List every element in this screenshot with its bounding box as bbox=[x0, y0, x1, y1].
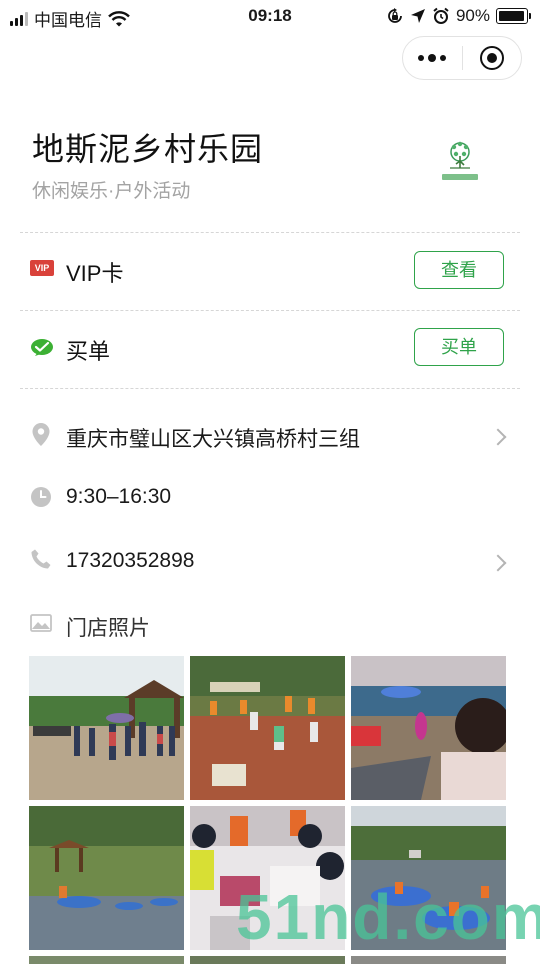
photos-label: 门店照片 bbox=[66, 617, 150, 640]
watermark: 51nd.com bbox=[236, 880, 540, 954]
close-miniprogram-icon[interactable] bbox=[463, 37, 522, 79]
store-category: 休闲娱乐·户外活动 bbox=[32, 181, 191, 202]
chevron-right-icon bbox=[489, 554, 507, 572]
status-right: 90% bbox=[386, 6, 531, 26]
battery-percent: 90% bbox=[455, 6, 490, 25]
more-icon[interactable] bbox=[403, 37, 462, 79]
store-name: 地斯泥乡村乐园 bbox=[32, 131, 264, 167]
view-vip-button[interactable]: 查看 bbox=[414, 251, 504, 289]
address-text: 重庆市璧山区大兴镇高桥村三组 bbox=[66, 428, 360, 451]
alarm-icon bbox=[433, 7, 449, 24]
vip-card-row[interactable]: VIP VIP卡 查看 bbox=[0, 232, 540, 310]
pay-row[interactable]: 买单 买单 bbox=[0, 310, 540, 388]
store-photo[interactable] bbox=[190, 656, 345, 800]
store-photo[interactable] bbox=[29, 806, 184, 950]
photos-header: 门店照片 bbox=[0, 596, 540, 652]
clock-icon bbox=[31, 487, 51, 507]
store-photo[interactable] bbox=[351, 956, 506, 964]
location-pin-icon bbox=[32, 423, 50, 446]
hours-row: 9:30–16:30 bbox=[0, 466, 540, 528]
phone-text: 17320352898 bbox=[66, 549, 195, 572]
vip-card-icon: VIP bbox=[30, 260, 54, 276]
orientation-lock-icon bbox=[388, 8, 402, 23]
store-photo[interactable] bbox=[29, 656, 184, 800]
chevron-right-icon bbox=[489, 428, 507, 446]
phone-row[interactable]: 17320352898 bbox=[0, 528, 540, 592]
section-divider bbox=[20, 388, 520, 389]
image-icon bbox=[30, 614, 52, 632]
vip-card-label: VIP卡 bbox=[66, 261, 124, 286]
wechat-pay-icon bbox=[31, 339, 53, 356]
pay-label: 买单 bbox=[66, 339, 111, 364]
store-photo[interactable] bbox=[29, 956, 184, 964]
phone-icon bbox=[31, 549, 51, 569]
address-row[interactable]: 重庆市璧山区大兴镇高桥村三组 bbox=[0, 404, 540, 466]
status-bar: 中国电信 09:18 90% bbox=[0, 0, 540, 34]
store-logo bbox=[436, 138, 484, 184]
watermark-text: 51nd.com bbox=[236, 881, 540, 953]
store-photo[interactable] bbox=[190, 956, 345, 964]
miniprogram-capsule bbox=[402, 36, 522, 80]
location-arrow-icon bbox=[410, 9, 425, 23]
hours-text: 9:30–16:30 bbox=[66, 485, 172, 508]
battery-icon bbox=[496, 8, 531, 24]
pay-button[interactable]: 买单 bbox=[414, 328, 504, 366]
store-photo[interactable] bbox=[351, 656, 506, 800]
